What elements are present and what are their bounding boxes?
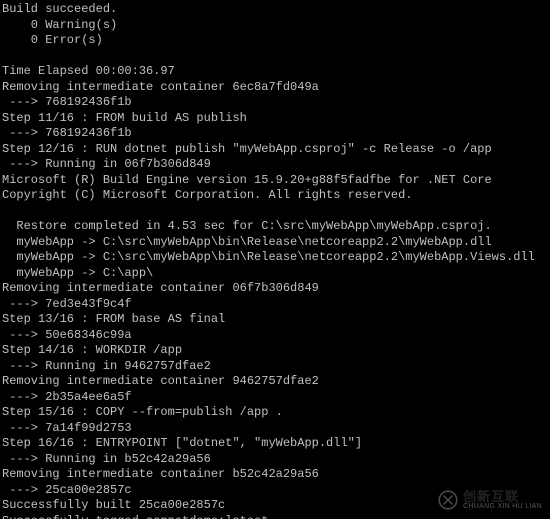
watermark-cn-text: 创新互联 (463, 490, 542, 503)
terminal-output: Build succeeded. 0 Warning(s) 0 Error(s)… (0, 0, 550, 519)
watermark: 创新互联 CHUANG XIN HU LIAN (437, 489, 542, 511)
watermark-en-text: CHUANG XIN HU LIAN (463, 503, 542, 510)
watermark-logo-icon (437, 489, 459, 511)
